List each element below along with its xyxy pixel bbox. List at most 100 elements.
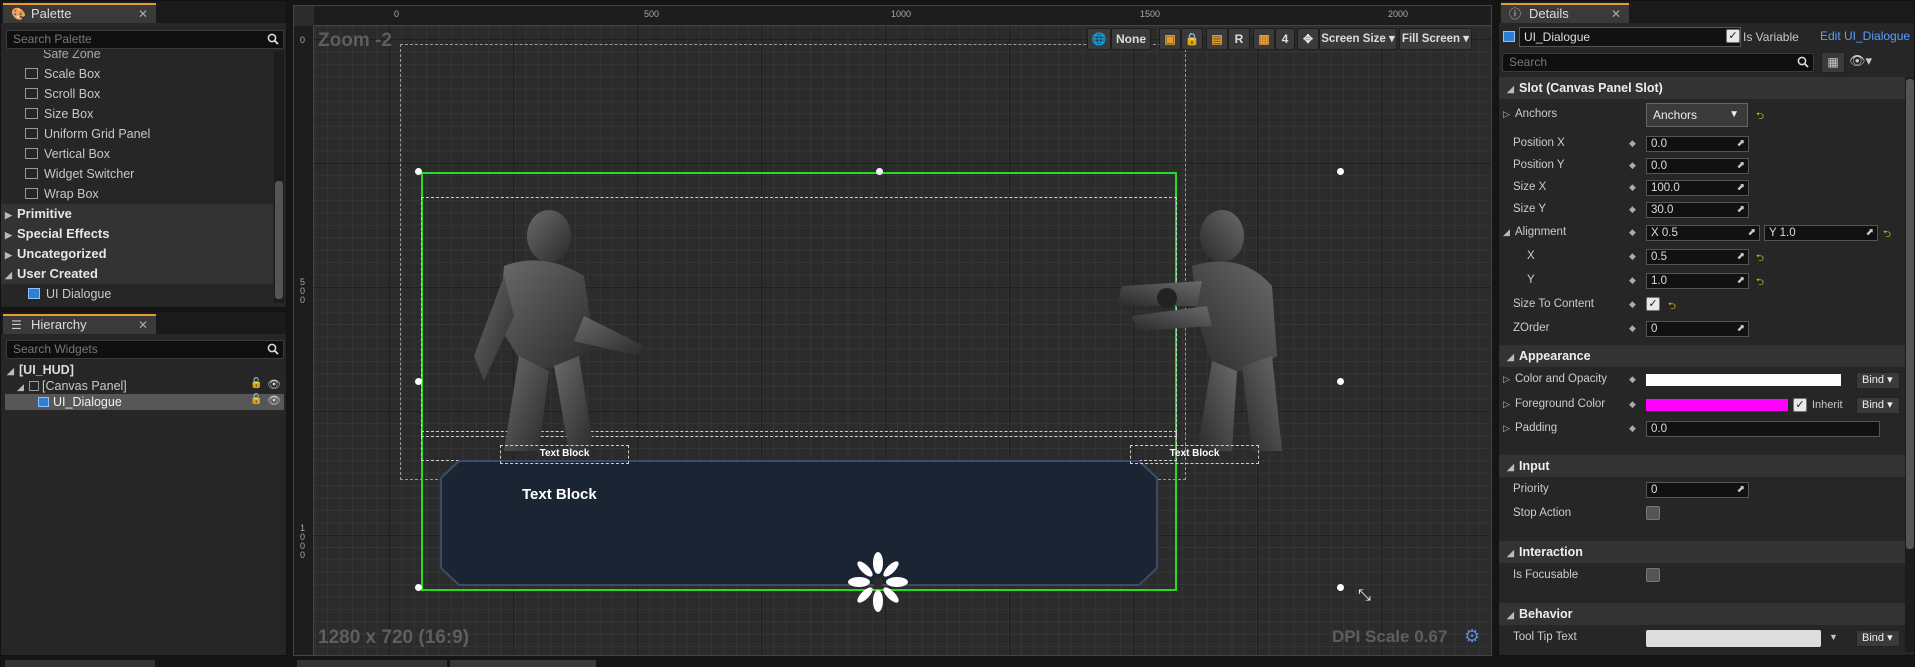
anchor-icon[interactable] — [847, 551, 909, 613]
search-icon[interactable] — [267, 343, 279, 355]
lock-toggle[interactable]: 🔒 — [1181, 28, 1203, 50]
tab-palette[interactable]: 🎨 Palette ✕ — [3, 3, 156, 23]
reset-icon[interactable]: ⮌ — [1883, 227, 1891, 244]
stop-action-checkbox[interactable] — [1646, 506, 1660, 520]
tab-hierarchy[interactable]: ☰ Hierarchy ✕ — [3, 314, 156, 334]
palette-item-partial[interactable]: Safe Zone — [43, 50, 101, 64]
section-slot[interactable]: ◢ Slot (Canvas Panel Slot) — [1499, 77, 1905, 99]
eye-icon[interactable]: 👁 — [267, 378, 281, 391]
close-icon[interactable]: ✕ — [1611, 6, 1621, 23]
palette-search-input[interactable]: Search Palette — [6, 30, 284, 49]
inherit-checkbox[interactable]: ✓ — [1793, 398, 1807, 412]
hierarchy-canvas-panel[interactable]: ◢ [Canvas Panel] — [17, 378, 127, 394]
close-icon[interactable]: ✕ — [138, 317, 148, 334]
hierarchy-root[interactable]: ◢ [UI_HUD] — [7, 362, 74, 378]
palette-item-scale-box[interactable]: Scale Box — [25, 64, 100, 84]
tab-details[interactable]: ⓘ Details ✕ — [1501, 3, 1629, 23]
palette-category-primitive[interactable]: ▶ Primitive — [1, 204, 273, 224]
reset-icon[interactable]: ⮌ — [1668, 299, 1676, 316]
bind-pin-icon[interactable]: ◆ — [1629, 299, 1636, 310]
alignment-y-sub-input[interactable]: 1.0 ⬈ — [1646, 273, 1749, 289]
resize-handle[interactable] — [1337, 168, 1344, 175]
transform-icon[interactable]: ✥ — [1297, 28, 1319, 50]
search-icon[interactable] — [267, 33, 279, 45]
scrollbar-thumb[interactable] — [1906, 79, 1914, 549]
grid-snap-toggle[interactable]: ▦ — [1253, 28, 1275, 50]
bind-button[interactable]: Bind ▾ — [1856, 372, 1900, 389]
text-block-main[interactable]: Text Block — [522, 486, 597, 503]
palette-item-wrap-box[interactable]: Wrap Box — [25, 184, 99, 204]
resize-handle[interactable] — [415, 378, 422, 385]
bind-pin-icon[interactable]: ◆ — [1629, 182, 1636, 193]
palette-item-widget-switcher[interactable]: Widget Switcher — [25, 164, 134, 184]
reset-icon[interactable]: ⮌ — [1756, 109, 1764, 126]
section-behavior[interactable]: ◢ Behavior — [1499, 603, 1905, 625]
screen-size-dropdown[interactable]: Screen Size ▾ — [1319, 28, 1397, 50]
bind-pin-icon[interactable]: ◆ — [1629, 423, 1636, 434]
outline-toggle[interactable]: ▣ — [1159, 28, 1181, 50]
bind-pin-icon[interactable]: ◆ — [1629, 399, 1636, 410]
designer-canvas[interactable]: 0 500 1000 1500 2000 0 5 0 0 1 0 0 0 Tex… — [293, 5, 1492, 656]
edit-widget-link[interactable]: Edit UI_Dialogue — [1820, 29, 1910, 43]
respect-locks-toggle[interactable]: ▤ — [1206, 28, 1228, 50]
property-matrix-button[interactable]: ▦ — [1821, 52, 1845, 73]
details-scrollbar[interactable] — [1905, 77, 1914, 652]
position-x-input[interactable]: 0.0 ⬈ — [1646, 136, 1749, 152]
padding-input[interactable]: 0.0 — [1646, 421, 1880, 437]
close-icon[interactable]: ✕ — [138, 6, 148, 23]
bottom-tab[interactable] — [5, 660, 155, 667]
bind-pin-icon[interactable]: ◆ — [1629, 251, 1636, 262]
visibility-eye-icon[interactable]: 👁▾ — [1849, 53, 1872, 69]
resize-handle[interactable] — [876, 168, 883, 175]
hierarchy-search-input[interactable]: Search Widgets — [6, 340, 284, 359]
text-block-right[interactable]: Text Block — [1130, 445, 1259, 464]
palette-category-uncategorized[interactable]: ▶ Uncategorized — [1, 244, 273, 264]
bottom-tab[interactable] — [450, 660, 596, 667]
section-interaction[interactable]: ◢ Interaction — [1499, 541, 1905, 563]
lock-icon[interactable]: 🔓 — [250, 378, 262, 389]
bind-pin-icon[interactable]: ◆ — [1629, 374, 1636, 385]
size-x-input[interactable]: 100.0 ⬈ — [1646, 180, 1749, 196]
color-opacity-swatch[interactable] — [1646, 374, 1841, 386]
bind-button[interactable]: Bind ▾ — [1856, 630, 1900, 647]
alignment-y-input[interactable]: Y 1.0 ⬈ — [1764, 225, 1878, 241]
is-variable-checkbox[interactable]: ✓ — [1726, 29, 1740, 43]
chevron-down-icon[interactable]: ▼ — [1829, 632, 1838, 642]
anchors-dropdown[interactable]: Anchors ▼ — [1646, 103, 1748, 127]
bottom-tab[interactable] — [297, 660, 447, 667]
hierarchy-item-ui-dialogue[interactable]: UI_Dialogue — [5, 394, 284, 410]
eye-icon[interactable]: 👁 — [267, 394, 281, 407]
reset-icon[interactable]: ⮌ — [1756, 251, 1764, 268]
details-search-input[interactable]: Search — [1502, 53, 1814, 72]
palette-item-ui-dialogue[interactable]: UI Dialogue — [28, 284, 111, 304]
lock-icon[interactable]: 🔓 — [250, 394, 262, 405]
bind-button[interactable]: Bind ▾ — [1856, 397, 1900, 414]
bind-pin-icon[interactable]: ◆ — [1629, 160, 1636, 171]
is-focusable-checkbox[interactable] — [1646, 568, 1660, 582]
resize-handle[interactable] — [415, 168, 422, 175]
palette-item-scroll-box[interactable]: Scroll Box — [25, 84, 100, 104]
world-icon[interactable]: 🌐 — [1087, 28, 1111, 50]
dpi-settings-icon[interactable]: ⚙ — [1464, 626, 1480, 647]
fill-screen-dropdown[interactable]: Fill Screen ▾ — [1399, 28, 1472, 50]
palette-category-special-effects[interactable]: ▶ Special Effects — [1, 224, 273, 244]
resize-handle[interactable] — [415, 584, 422, 591]
bind-pin-icon[interactable]: ◆ — [1629, 323, 1636, 334]
palette-scrollbar[interactable] — [274, 51, 284, 303]
resize-handle[interactable] — [1337, 584, 1344, 591]
scrollbar-thumb[interactable] — [275, 181, 283, 299]
resize-handle[interactable] — [1337, 378, 1344, 385]
reset-icon[interactable]: ⮌ — [1756, 275, 1764, 292]
position-y-input[interactable]: 0.0 ⬈ — [1646, 158, 1749, 174]
zorder-input[interactable]: 0 ⬈ — [1646, 321, 1749, 337]
tooltip-input[interactable] — [1646, 630, 1821, 647]
grid-size-dropdown[interactable]: 4 — [1275, 28, 1295, 50]
bind-pin-icon[interactable]: ◆ — [1629, 275, 1636, 286]
size-to-content-checkbox[interactable]: ✓ — [1646, 297, 1660, 311]
alignment-x-sub-input[interactable]: 0.5 ⬈ — [1646, 249, 1749, 265]
palette-item-size-box[interactable]: Size Box — [25, 104, 93, 124]
section-input[interactable]: ◢ Input — [1499, 455, 1905, 477]
bind-pin-icon[interactable]: ◆ — [1629, 204, 1636, 215]
size-y-input[interactable]: 30.0 ⬈ — [1646, 202, 1749, 218]
palette-item-uniform-grid[interactable]: Uniform Grid Panel — [25, 124, 150, 144]
